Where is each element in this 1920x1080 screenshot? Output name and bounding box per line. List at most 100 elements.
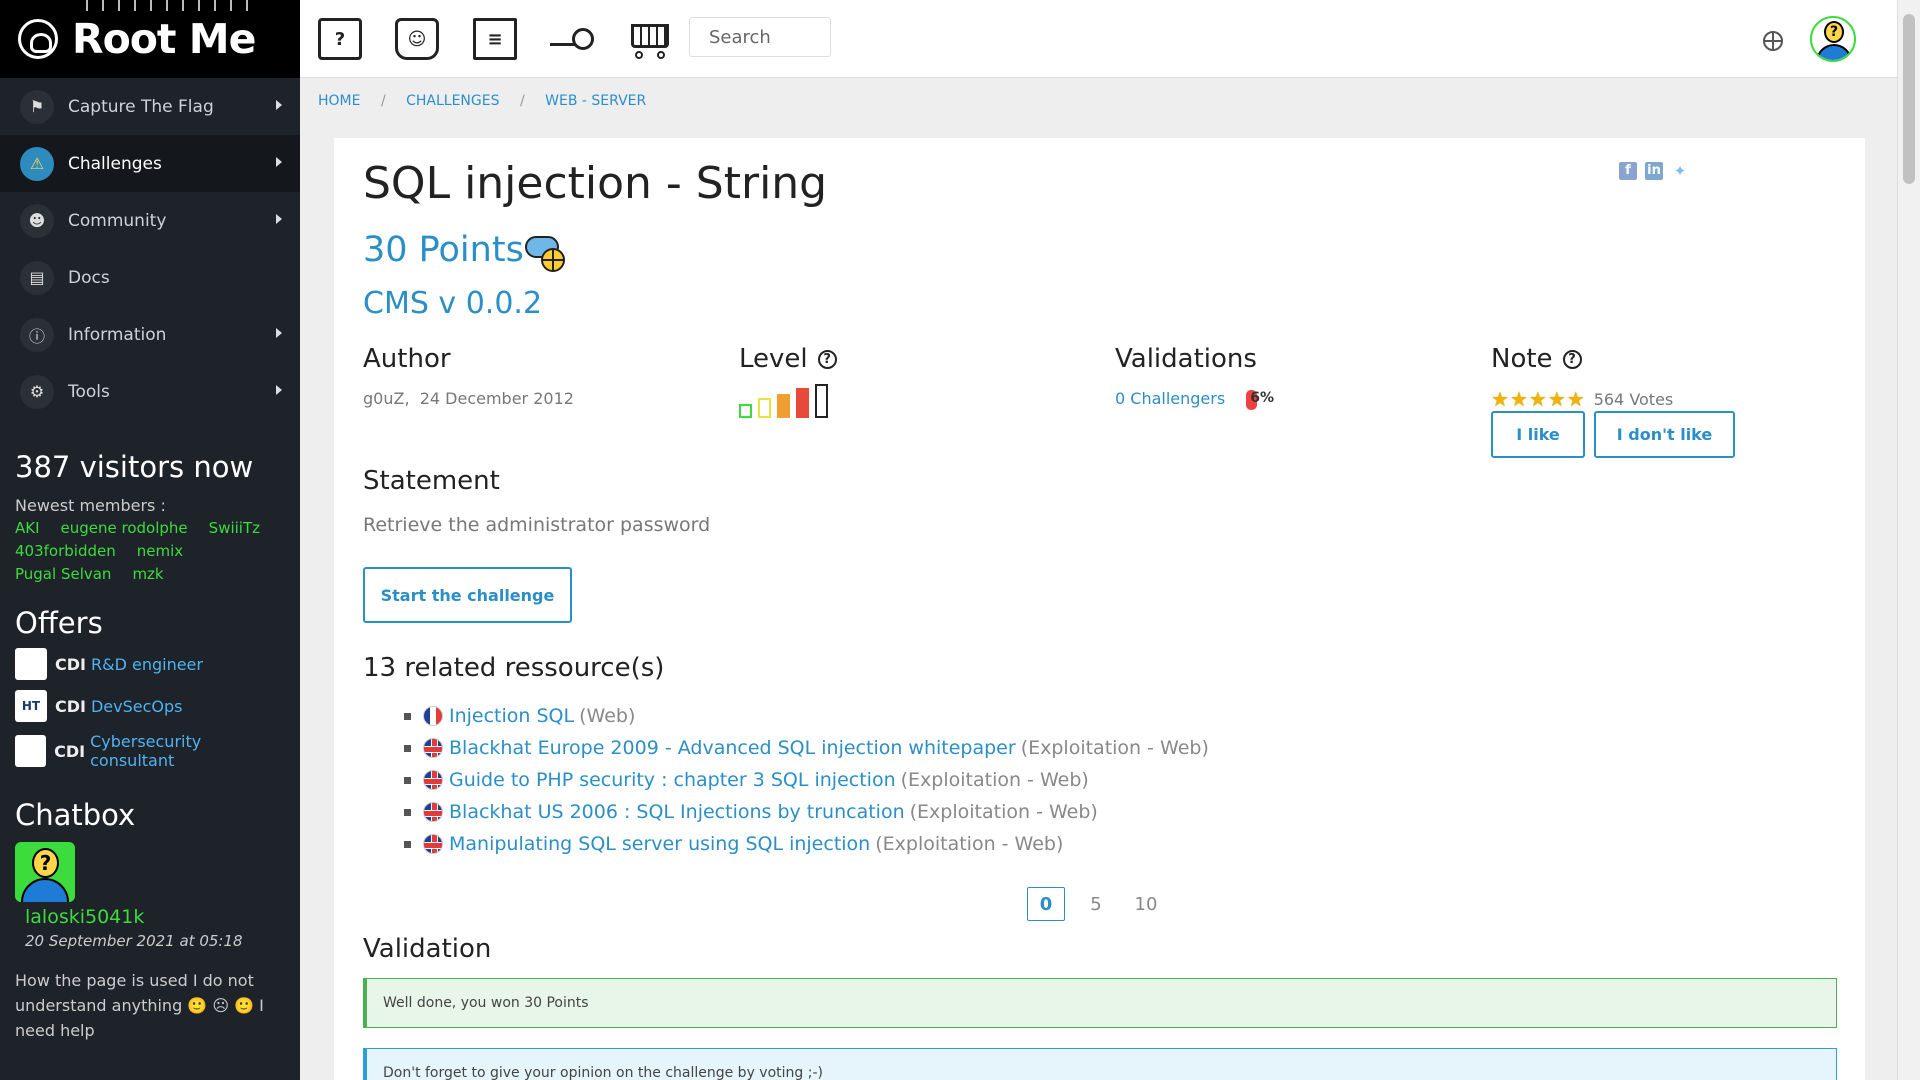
offer-type: CDI — [55, 654, 86, 674]
resource-link[interactable]: Blackhat US 2006 : SQL Injections by tru… — [449, 801, 905, 823]
level-bar — [777, 394, 790, 418]
offer-item[interactable]: CDI R&D engineer — [0, 640, 300, 682]
chevron-right-icon — [276, 214, 282, 224]
newest-members-list: AKI eugene rodolphe SwiiiTz 403forbidden nem… — [0, 517, 300, 586]
community-icon: ☻ — [20, 203, 54, 238]
radar-icon[interactable] — [550, 18, 594, 60]
member-link[interactable]: Pugal Selvan — [15, 563, 111, 586]
twitter-icon[interactable]: ✦ — [1671, 162, 1689, 180]
resource-category: (Exploitation - Web) — [1020, 737, 1209, 759]
web-server-category-icon — [525, 234, 567, 274]
offer-title-link[interactable]: Cybersecurity consultant — [90, 732, 285, 770]
sidebar-item-label: Challenges — [68, 153, 162, 174]
author-name[interactable]: g0uZ, — [363, 389, 410, 408]
resource-link[interactable]: Injection SQL — [449, 705, 574, 727]
level-bar — [739, 404, 752, 418]
facebook-icon[interactable]: f — [1619, 162, 1637, 180]
sidebar-item-docs[interactable]: ▤ Docs — [0, 249, 300, 306]
document-icon[interactable]: ≡ — [473, 18, 517, 60]
level-indicator — [739, 384, 839, 418]
sad-emoji-icon: ☹ — [212, 996, 230, 1015]
information-icon: ⓘ — [20, 317, 54, 352]
resource-category: (Exploitation - Web) — [875, 833, 1064, 855]
chat-username[interactable]: laloski5041k — [0, 902, 300, 928]
language-icon[interactable] — [1763, 31, 1783, 51]
author-date: 24 December 2012 — [419, 389, 574, 408]
breadcrumb-web-server[interactable]: WEB - SERVER — [545, 93, 646, 109]
smile-emoji-icon: 🙂 — [234, 996, 255, 1015]
star-icon: ★ — [1547, 387, 1566, 411]
newest-members-label: Newest members : — [15, 496, 166, 515]
star-icon: ★ — [1528, 387, 1547, 411]
challenge-points: 30 Points — [363, 230, 524, 270]
faq-icon[interactable]: ? — [318, 18, 362, 60]
company-logo — [15, 648, 47, 680]
info-alert: Don't forget to give your opinion on the… — [363, 1048, 1837, 1080]
scrollbar[interactable] — [1897, 0, 1920, 1080]
uk-flag-icon — [423, 834, 443, 854]
author-info: g0uZ, 24 December 2012 — [363, 389, 574, 408]
member-link[interactable]: nemix — [137, 540, 183, 563]
offer-item[interactable]: CDI Cybersecurity consultant — [0, 724, 300, 772]
page-button[interactable]: 0 — [1027, 887, 1065, 921]
sidebar-item-capture-the-flag[interactable]: ⚑ Capture The Flag — [0, 78, 300, 135]
challenge-subtitle: CMS v 0.0.2 — [363, 286, 543, 321]
skull-logo-icon — [18, 19, 58, 59]
rating-stars: ★★★★★ — [1491, 387, 1586, 411]
member-link[interactable]: eugene rodolphe — [61, 517, 188, 540]
teacher-icon[interactable]: ☺ — [395, 18, 439, 60]
share-buttons: f in ✦ — [1619, 162, 1689, 180]
star-icon: ★ — [1509, 387, 1528, 411]
member-link[interactable]: AKI — [15, 517, 40, 540]
shop-cart-icon[interactable] — [627, 18, 671, 60]
page-button[interactable]: 10 — [1127, 887, 1165, 921]
star-icon: ★ — [1566, 387, 1585, 411]
offer-item[interactable]: HT CDI DevSecOps — [0, 682, 300, 724]
chatbox-title: Chatbox — [15, 798, 136, 832]
help-icon[interactable]: ? — [1562, 350, 1582, 369]
offer-type: CDI — [55, 696, 86, 716]
scrollbar-thumb[interactable] — [1903, 14, 1915, 184]
chat-user-avatar[interactable]: ? — [15, 842, 75, 902]
resource-link[interactable]: Blackhat Europe 2009 - Advanced SQL inje… — [449, 737, 1016, 759]
help-icon[interactable]: ? — [817, 350, 837, 369]
level-bar — [796, 388, 809, 418]
member-link[interactable]: mzk — [132, 563, 163, 586]
success-alert: Well done, you won 30 Points — [363, 978, 1837, 1028]
sidebar-item-tools[interactable]: ⚙ Tools — [0, 363, 300, 420]
sidebar-item-community[interactable]: ☻ Community — [0, 192, 300, 249]
validation-heading: Validation — [363, 934, 492, 964]
resources-pagination: 0 5 10 — [1027, 887, 1177, 921]
validation-percent: 6% — [1250, 389, 1275, 406]
validations-heading: Validations — [1115, 344, 1257, 374]
linkedin-icon[interactable]: in — [1645, 162, 1663, 180]
sidebar-item-information[interactable]: ⓘ Information — [0, 306, 300, 363]
resource-item: Guide to PHP security : chapter 3 SQL in… — [404, 764, 1209, 796]
member-link[interactable]: 403forbidden — [15, 540, 116, 563]
breadcrumb-home[interactable]: HOME — [318, 93, 360, 109]
resource-link[interactable]: Manipulating SQL server using SQL inject… — [449, 833, 870, 855]
resource-category: (Web) — [579, 705, 636, 727]
start-challenge-button[interactable]: Start the challenge — [363, 567, 572, 623]
user-avatar[interactable]: ? — [1810, 16, 1856, 62]
offer-title-link[interactable]: R&D engineer — [91, 655, 203, 674]
offer-title-link[interactable]: DevSecOps — [91, 697, 183, 716]
breadcrumb-challenges[interactable]: CHALLENGES — [406, 93, 499, 109]
sidebar-item-label: Information — [68, 324, 167, 345]
company-logo: HT — [15, 690, 47, 722]
logo[interactable]: Root Me — [0, 0, 300, 78]
chat-date: 20 September 2021 at 05:18 — [25, 932, 243, 950]
search-input[interactable] — [689, 17, 831, 57]
sidebar-nav: ⚑ Capture The Flag ⚠ Challenges ☻ Community ▤ D… — [0, 78, 300, 420]
challengers-link[interactable]: 0 Challengers — [1115, 389, 1225, 408]
like-button[interactable]: I like — [1491, 411, 1585, 458]
sidebar-item-label: Tools — [68, 381, 110, 402]
resource-link[interactable]: Guide to PHP security : chapter 3 SQL in… — [449, 769, 896, 791]
page-button[interactable]: 5 — [1077, 887, 1115, 921]
sidebar-item-challenges[interactable]: ⚠ Challenges — [0, 135, 300, 192]
resource-item: Blackhat Europe 2009 - Advanced SQL inje… — [404, 732, 1209, 764]
dislike-button[interactable]: I don't like — [1594, 411, 1735, 458]
member-link[interactable]: SwiiiTz — [209, 517, 260, 540]
author-heading: Author — [363, 344, 451, 374]
page-title: SQL injection - String — [363, 158, 828, 209]
